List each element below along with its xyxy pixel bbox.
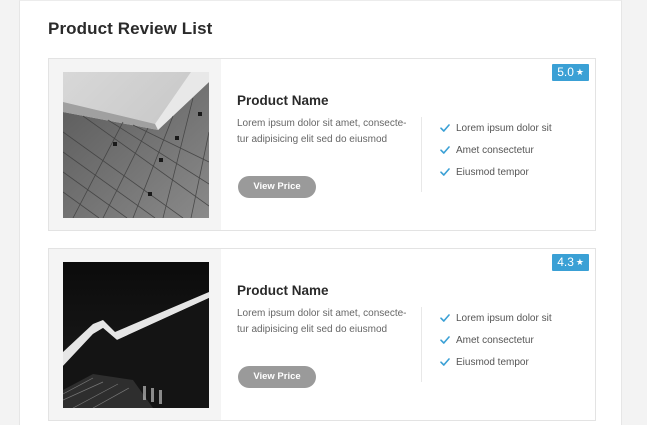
feature-text: Amet consectetur	[456, 334, 534, 346]
star-icon: ★	[575, 67, 584, 77]
product-name[interactable]: Product Name	[237, 283, 329, 298]
product-card: 4.3 ★ Product Name Lorem ipsum dolor sit…	[48, 248, 596, 421]
feature-item: Lorem ipsum dolor sit	[440, 307, 552, 329]
product-image-frame	[49, 249, 221, 420]
product-description: Lorem ipsum dolor sit amet, consecte-tur…	[237, 308, 407, 335]
product-name[interactable]: Product Name	[237, 93, 329, 108]
product-description: Lorem ipsum dolor sit amet, consecte-tur…	[237, 118, 407, 145]
feature-item: Lorem ipsum dolor sit	[440, 117, 552, 139]
feature-list: Lorem ipsum dolor sit Amet consectetur E…	[440, 117, 552, 183]
feature-item: Eiusmod tempor	[440, 351, 552, 373]
product-image[interactable]	[63, 262, 209, 408]
product-card: 5.0 ★ Product Name Lorem ipsum dolor sit…	[48, 58, 596, 231]
divider	[421, 117, 422, 192]
divider	[421, 307, 422, 382]
rating-value: 4.3	[557, 255, 574, 269]
feature-item: Amet consectetur	[440, 139, 552, 161]
check-icon	[440, 123, 450, 133]
rating-badge: 5.0 ★	[552, 64, 589, 81]
check-icon	[440, 145, 450, 155]
architecture-photo	[63, 72, 209, 218]
feature-text: Lorem ipsum dolor sit	[456, 122, 552, 134]
rating-value: 5.0	[557, 65, 574, 79]
check-icon	[440, 357, 450, 367]
feature-item: Amet consectetur	[440, 329, 552, 351]
feature-text: Amet consectetur	[456, 144, 534, 156]
rating-badge: 4.3 ★	[552, 254, 589, 271]
feature-text: Lorem ipsum dolor sit	[456, 312, 552, 324]
feature-text: Eiusmod tempor	[456, 356, 529, 368]
content-panel: Product Review List 5.0 ★ Product Name L…	[19, 0, 622, 425]
view-price-button[interactable]: View Price	[238, 176, 316, 198]
page-title: Product Review List	[48, 19, 213, 38]
feature-list: Lorem ipsum dolor sit Amet consectetur E…	[440, 307, 552, 373]
architecture-photo	[63, 262, 209, 408]
star-icon: ★	[575, 257, 584, 267]
product-image[interactable]	[63, 72, 209, 218]
check-icon	[440, 335, 450, 345]
view-price-button[interactable]: View Price	[238, 366, 316, 388]
product-image-frame	[49, 59, 221, 230]
check-icon	[440, 313, 450, 323]
feature-item: Eiusmod tempor	[440, 161, 552, 183]
check-icon	[440, 167, 450, 177]
feature-text: Eiusmod tempor	[456, 166, 529, 178]
